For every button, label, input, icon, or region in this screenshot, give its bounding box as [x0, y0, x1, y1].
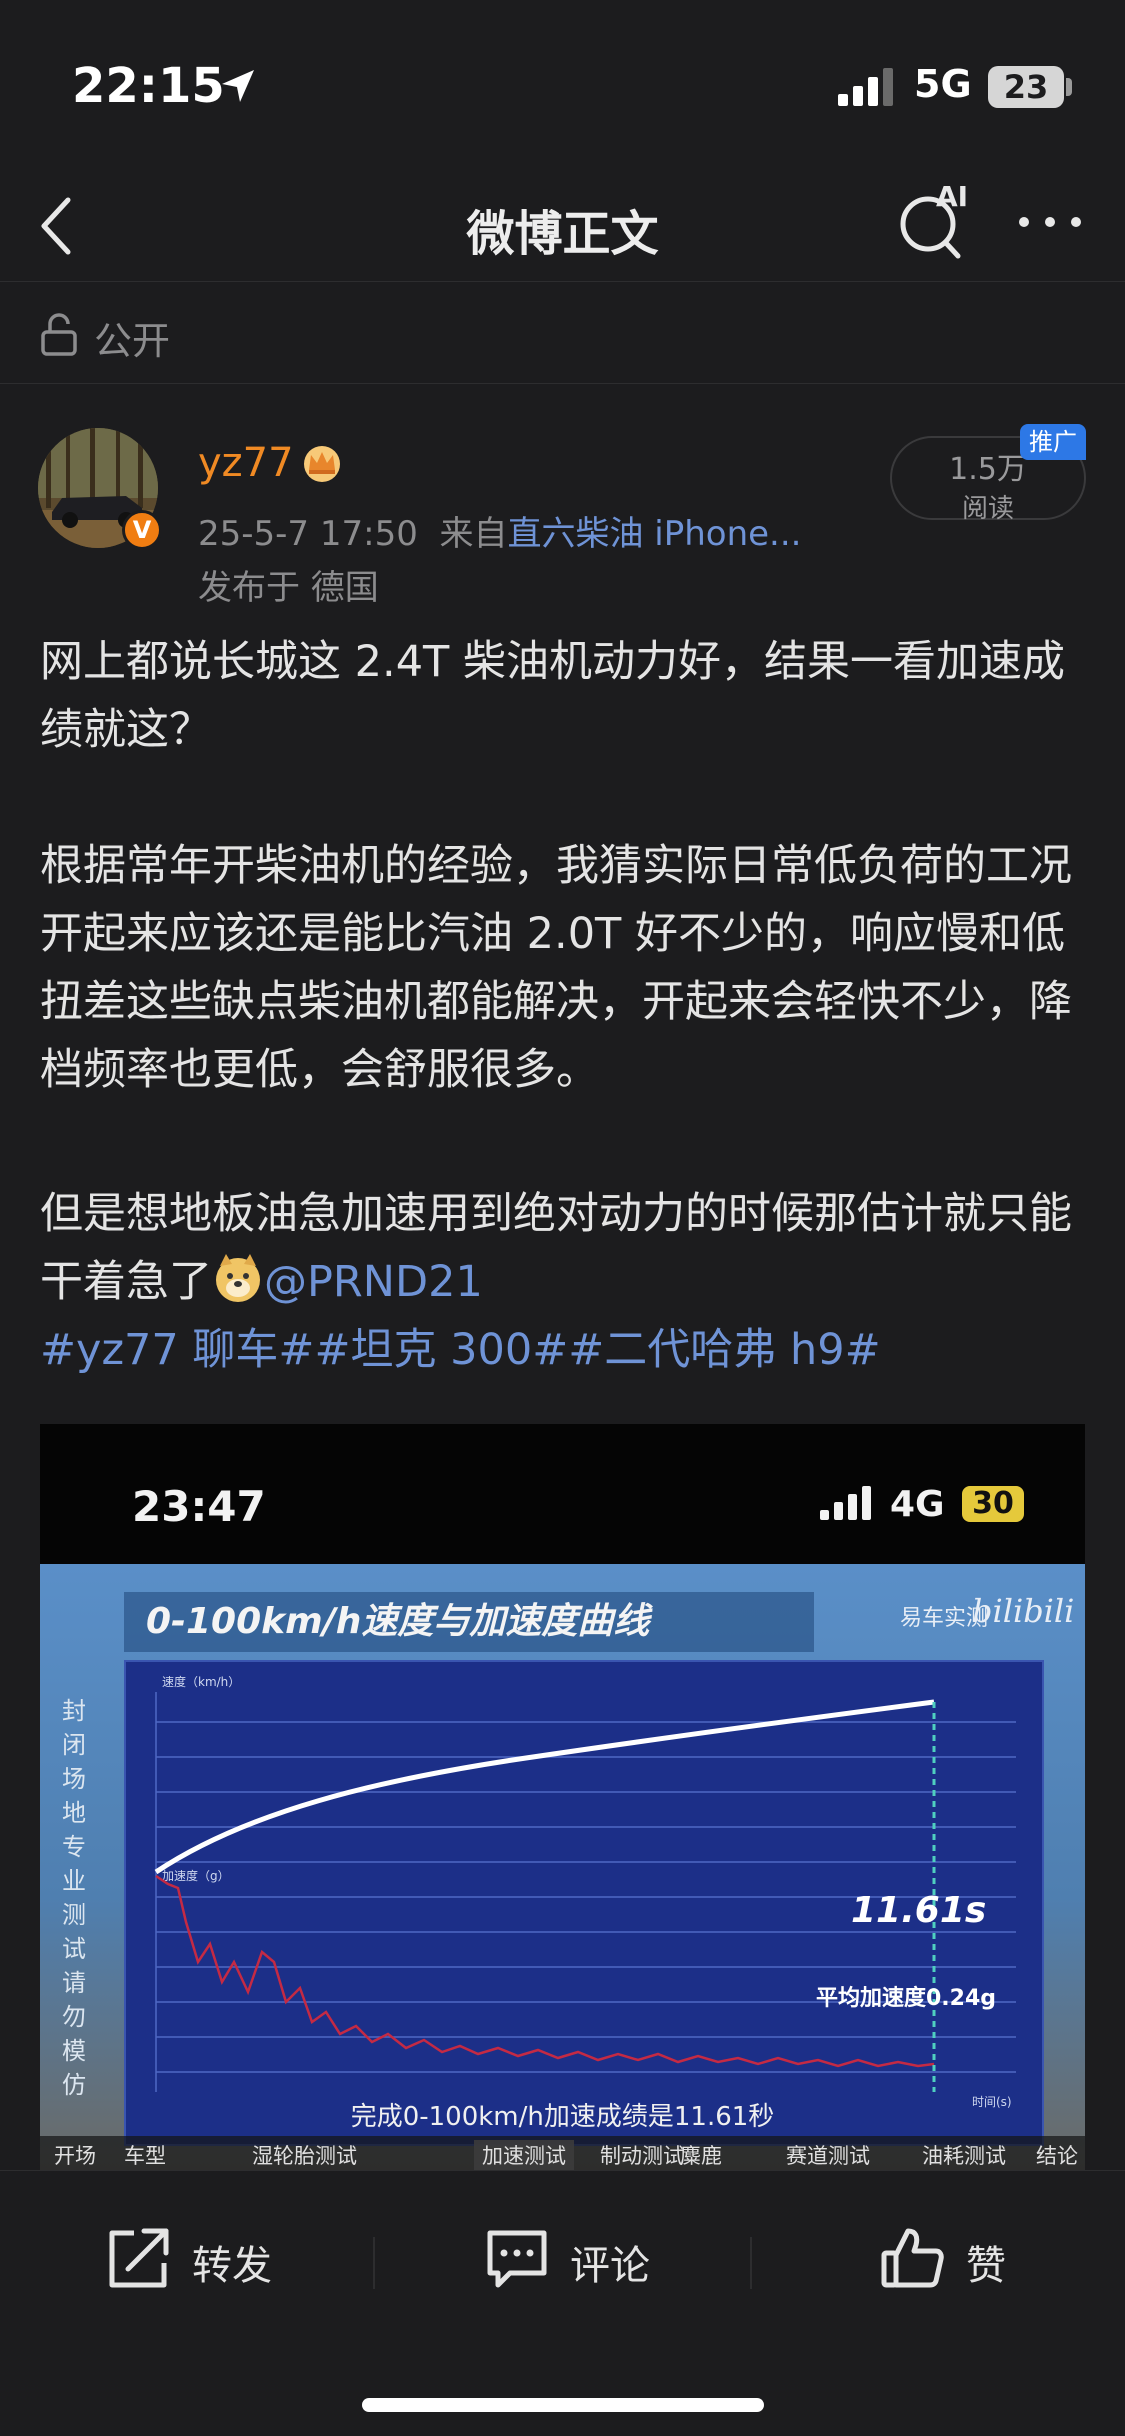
- crown-icon: [304, 446, 340, 482]
- comment-icon: [487, 2230, 547, 2288]
- divider: [750, 2237, 752, 2289]
- video-frame: 0-100km/h速度与加速度曲线 易车实测 bilibili 封闭场地 专业测…: [40, 1564, 1085, 2170]
- post-paragraph-2: 根据常年开柴油机的经验，我猜实际日常低负荷的工况开起来应该还是能比汽油 2.0T…: [40, 841, 1072, 1095]
- post-location: 发布于 德国: [198, 568, 379, 608]
- chapter-item[interactable]: 油耗测试: [922, 2140, 1006, 2170]
- post-source-link[interactable]: 直六柴油 iPhone...: [507, 514, 801, 554]
- mention-link[interactable]: @PRND21: [264, 1257, 483, 1307]
- post-image[interactable]: 23:47 4G 30 0-100km/h速度与加速度曲线 易车实测 bilib…: [40, 1424, 1085, 2170]
- share-icon: [109, 2228, 169, 2288]
- ai-label: AI: [936, 180, 968, 213]
- chapter-item[interactable]: 湿轮胎测试: [252, 2140, 357, 2170]
- bilibili-logo: bilibili: [972, 1592, 1075, 1630]
- nav-bar: 微博正文 AI: [0, 170, 1125, 282]
- embedded-time: 23:47: [132, 1482, 266, 1531]
- comment-label: 评论: [570, 2243, 650, 2289]
- post-from-label: 来自: [439, 514, 508, 554]
- chapter-item-active[interactable]: 加速测试: [474, 2140, 574, 2170]
- unlock-icon: [41, 313, 77, 356]
- acceleration-chart: 速度（km/h） 加速度（g） 时间(s) 11.61s 平均加速度0.24g: [124, 1660, 1044, 2146]
- like-button[interactable]: 赞: [878, 2221, 1038, 2301]
- battery-tip: [1066, 78, 1072, 96]
- chapter-item[interactable]: 麋鹿: [680, 2140, 722, 2170]
- status-time: 22:15: [72, 58, 225, 114]
- ai-search-icon[interactable]: AI: [896, 180, 976, 264]
- side-caption: 封闭场地 专业测试 请勿模仿: [62, 1697, 86, 2099]
- verified-badge: V: [122, 510, 162, 550]
- chapter-bar[interactable]: 开场 车型 湿轮胎测试 加速测试 制动测试 麋鹿 赛道测试 油耗测试 结论: [40, 2136, 1085, 2170]
- comment-button[interactable]: 评论: [482, 2221, 682, 2301]
- more-options-icon[interactable]: [1014, 210, 1086, 234]
- embedded-network: 4G: [890, 1484, 945, 1525]
- result-time: 11.61s: [851, 1890, 987, 1931]
- post-meta: 25-5-7 17:50 来自直六柴油 iPhone...: [198, 506, 801, 555]
- video-title: 0-100km/h速度与加速度曲线: [124, 1592, 814, 1652]
- author-name[interactable]: yz77: [198, 440, 294, 486]
- promo-badge[interactable]: 推广: [1020, 424, 1086, 460]
- chapter-item[interactable]: 开场: [54, 2140, 96, 2170]
- action-bar: 转发 评论 赞: [0, 2170, 1125, 2436]
- home-indicator: [362, 2398, 764, 2412]
- battery-indicator: 23: [988, 66, 1064, 108]
- embedded-signal-icon: [820, 1486, 871, 1520]
- visibility-label: 公开: [94, 319, 171, 363]
- acc-axis-label: 加速度（g）: [162, 1868, 230, 1883]
- speed-curve: [154, 1699, 935, 1875]
- embedded-battery: 30: [962, 1486, 1024, 1522]
- status-bar: 22:15 5G 23: [0, 0, 1125, 170]
- network-type: 5G: [914, 62, 972, 106]
- speed-axis-label: 速度（km/h）: [162, 1674, 240, 1689]
- post-time: 25-5-7 17:50: [198, 514, 418, 554]
- chapter-item[interactable]: 制动测试: [600, 2140, 684, 2170]
- read-label: 阅读: [961, 494, 1014, 524]
- repost-button[interactable]: 转发: [104, 2221, 304, 2301]
- chapter-item[interactable]: 结论: [1036, 2140, 1078, 2170]
- average-acceleration: 平均加速度0.24g: [816, 1986, 997, 2011]
- repost-label: 转发: [192, 2243, 272, 2289]
- visibility-row: 公开: [0, 284, 1125, 384]
- hashtag-links[interactable]: #yz77 聊车##坦克 300##二代哈弗 h9#: [40, 1316, 881, 1384]
- post-paragraph-3: 但是想地板油急加速用到绝对动力的时候那估计就只能干着急了 @PRND21: [40, 1180, 1090, 1316]
- post-paragraph-3-text: 但是想地板油急加速用到绝对动力的时候那估计就只能干着急了: [40, 1189, 1072, 1307]
- chapter-item[interactable]: 车型: [124, 2140, 166, 2170]
- chapter-item[interactable]: 赛道测试: [786, 2140, 870, 2170]
- doge-emoji-icon: [216, 1254, 260, 1302]
- post-paragraph-1: 网上都说长城这 2.4T 柴油机动力好，结果一看加速成绩就这？: [40, 637, 1065, 755]
- divider: [373, 2237, 375, 2289]
- cellular-signal-icon: [838, 68, 893, 106]
- video-subtitle: 完成0-100km/h加速成绩是11.61秒: [350, 2102, 775, 2132]
- like-label: 赞: [966, 2243, 1006, 2289]
- thumbs-up-icon: [881, 2228, 944, 2288]
- location-arrow-icon: [222, 70, 254, 102]
- embedded-status-bar: 23:47 4G 30: [40, 1424, 1085, 1564]
